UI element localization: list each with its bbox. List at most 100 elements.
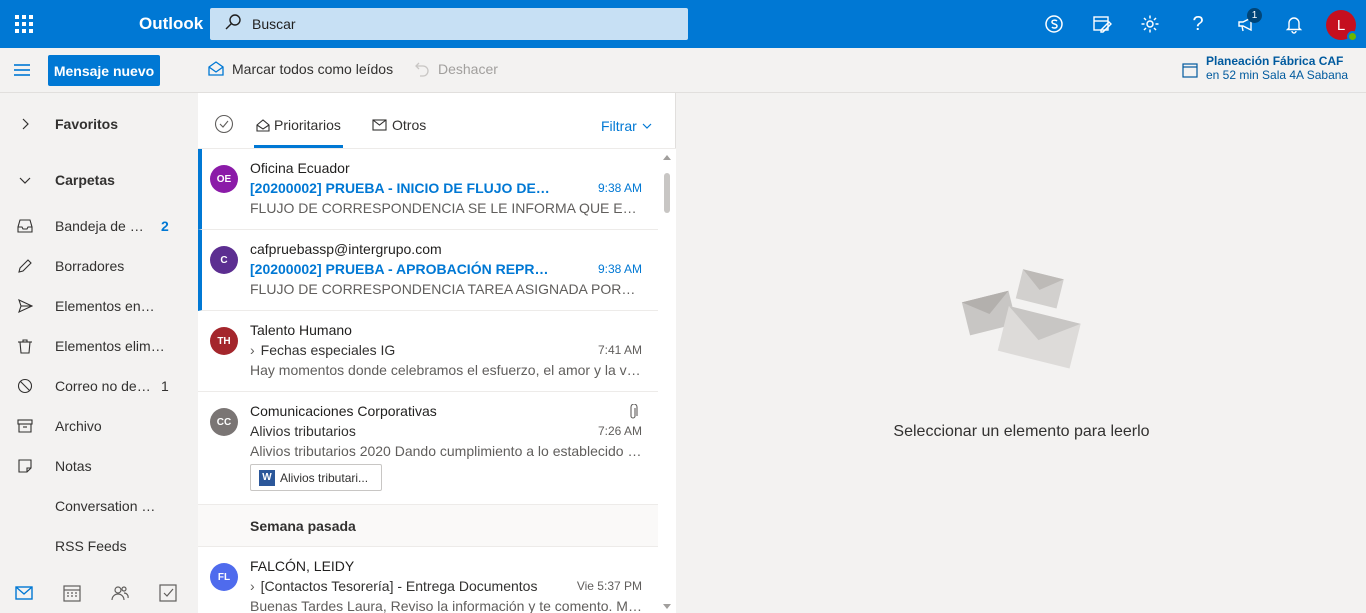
scroll-up-arrow-icon[interactable] xyxy=(663,155,671,160)
sidebar-item-notes[interactable]: Notas xyxy=(0,446,198,486)
filter-button[interactable]: Filtrar xyxy=(601,118,653,134)
message-time: 9:38 AM xyxy=(597,262,642,276)
tab-focused[interactable]: Prioritarios xyxy=(254,117,343,148)
sidebar-item-label: Bandeja de entrada xyxy=(55,218,150,234)
blocked-icon xyxy=(16,377,34,395)
avatar-initials: TH xyxy=(217,335,231,347)
paperclip-icon xyxy=(628,403,638,425)
sender-avatar: C xyxy=(210,246,238,274)
app-launcher-icon[interactable] xyxy=(0,0,48,48)
avatar-initial: L xyxy=(1336,16,1346,34)
send-icon xyxy=(16,297,34,315)
bell-icon[interactable] xyxy=(1280,10,1308,38)
message-list: OE Oficina Ecuador [20200002] PRUEBA - I… xyxy=(198,149,658,613)
undo-button[interactable]: Deshacer xyxy=(414,61,498,77)
attachment-chip[interactable]: W Alivios tributari... xyxy=(250,464,382,491)
sender-avatar: FL xyxy=(210,563,238,591)
message-row[interactable]: CC Comunicaciones Corporativas Alivios t… xyxy=(198,392,658,505)
calendar-app-icon[interactable] xyxy=(48,573,96,613)
message-list-scrollbar[interactable] xyxy=(658,149,676,613)
sidebar-item-label: Correo no deseado xyxy=(55,378,155,394)
search-icon xyxy=(224,13,242,36)
whats-new-icon[interactable]: 1 xyxy=(1232,8,1262,38)
message-sender: FALCÓN, LEIDY xyxy=(250,558,355,574)
sidebar-item-conversation-history[interactable]: Conversation History xyxy=(0,486,198,526)
scrollbar-thumb[interactable] xyxy=(664,173,670,213)
message-subject: › [Contactos Tesorería] - Entrega Documen… xyxy=(250,578,550,594)
unread-count: 1 xyxy=(161,378,169,394)
hamburger-menu-icon[interactable] xyxy=(12,60,36,80)
people-app-icon[interactable] xyxy=(96,573,144,613)
message-sender: Comunicaciones Corporativas xyxy=(250,403,437,419)
presence-dot xyxy=(1347,31,1358,42)
favorites-section[interactable]: Favoritos xyxy=(0,104,198,144)
settings-gear-icon[interactable] xyxy=(1136,10,1164,38)
message-subject: [20200002] PRUEBA - INICIO DE FLUJO DE A… xyxy=(250,180,550,196)
attachment-name: Alivios tributari... xyxy=(280,470,369,485)
reminder-detail: en 52 min Sala 4A Sabana xyxy=(1206,68,1349,82)
help-icon[interactable]: ? xyxy=(1184,10,1212,38)
empty-reading-pane-text: Seleccionar un elemento para leerlo xyxy=(893,423,1150,440)
sidebar-item-junk[interactable]: Correo no deseado 1 xyxy=(0,366,198,406)
new-message-button[interactable]: Mensaje nuevo xyxy=(48,55,160,86)
sidebar-item-drafts[interactable]: Borradores xyxy=(0,246,198,286)
account-avatar[interactable]: L xyxy=(1326,10,1358,42)
mark-all-read-label: Marcar todos como leídos xyxy=(232,61,394,77)
message-row[interactable]: OE Oficina Ecuador [20200002] PRUEBA - I… xyxy=(198,149,658,230)
group-header-last-week[interactable]: Semana pasada xyxy=(198,505,658,547)
sidebar-item-inbox[interactable]: Bandeja de entrada 2 xyxy=(0,206,198,246)
avatar-initials: FL xyxy=(217,571,231,583)
folders-section[interactable]: Carpetas xyxy=(0,160,198,200)
search-input[interactable] xyxy=(252,16,652,32)
sidebar-item-label: Elementos enviados xyxy=(55,298,161,314)
favorites-label: Favoritos xyxy=(55,116,119,132)
mark-all-read-button[interactable]: Marcar todos como leídos xyxy=(208,61,393,77)
message-subject-text: [Contactos Tesorería] - Entrega Document… xyxy=(260,578,538,594)
skype-icon[interactable] xyxy=(1040,10,1068,38)
sidebar-item-sent[interactable]: Elementos enviados xyxy=(0,286,198,326)
command-bar: Mensaje nuevo Marcar todos como leídos D… xyxy=(0,48,1366,93)
top-bar: Outlook ? 1 L xyxy=(0,0,1366,48)
message-list-pane: Prioritarios Otros Filtrar OE Oficina Ec… xyxy=(198,93,676,613)
select-all-checkbox-icon[interactable] xyxy=(214,114,234,134)
message-row[interactable]: FL FALCÓN, LEIDY › [Contactos Tesorería] … xyxy=(198,547,658,613)
brand-title[interactable]: Outlook xyxy=(139,14,203,34)
focused-inbox-icon xyxy=(256,119,270,132)
sender-avatar: CC xyxy=(210,408,238,436)
undo-label: Deshacer xyxy=(438,61,498,77)
pencil-icon xyxy=(16,257,34,275)
sidebar-item-label: Archivo xyxy=(55,418,102,434)
sidebar-item-deleted[interactable]: Elementos eliminados xyxy=(0,326,198,366)
sidebar-item-label: RSS Feeds xyxy=(55,538,127,554)
message-preview: Alivios tributarios 2020 Dando cumplimie… xyxy=(250,443,642,459)
message-time: 7:26 AM xyxy=(597,424,642,438)
avatar-initials: OE xyxy=(216,173,232,185)
undo-icon xyxy=(415,62,429,77)
my-day-icon[interactable] xyxy=(1088,10,1116,38)
tab-other[interactable]: Otros xyxy=(372,117,426,133)
chevron-right-icon xyxy=(16,115,34,133)
avatar-initials: C xyxy=(220,254,228,266)
scroll-down-arrow-icon[interactable] xyxy=(663,604,671,609)
message-subject: [20200002] PRUEBA - APROBACIÓN REPRESENT… xyxy=(250,261,550,277)
message-time: Vie 5:37 PM xyxy=(576,579,642,593)
sidebar-item-rss[interactable]: RSS Feeds xyxy=(0,526,198,566)
meeting-reminder[interactable]: Planeación Fábrica CAF en 52 min Sala 4A… xyxy=(1182,54,1348,82)
filter-label: Filtrar xyxy=(601,118,637,134)
message-row[interactable]: C cafpruebassp@intergrupo.com [20200002]… xyxy=(198,230,658,311)
message-preview: FLUJO DE CORRESPONDENCIA TAREA ASIGNADA … xyxy=(250,281,638,297)
message-preview: Buenas Tardes Laura, Reviso la informaci… xyxy=(250,598,642,613)
todo-app-icon[interactable] xyxy=(144,573,192,613)
open-envelope-icon xyxy=(208,61,224,76)
chevron-down-icon xyxy=(642,123,652,129)
avatar-initials: CC xyxy=(216,416,232,428)
message-row[interactable]: TH Talento Humano › Fechas especiales IG … xyxy=(198,311,658,392)
message-subject-text: Fechas especiales IG xyxy=(260,342,396,358)
mail-app-icon[interactable] xyxy=(0,573,48,613)
sidebar-item-archive[interactable]: Archivo xyxy=(0,406,198,446)
sender-avatar: TH xyxy=(210,327,238,355)
reminder-title: Planeación Fábrica CAF xyxy=(1206,54,1344,68)
tab-focused-label: Prioritarios xyxy=(274,117,341,133)
app-switcher xyxy=(0,573,198,613)
search-box[interactable] xyxy=(210,8,688,40)
